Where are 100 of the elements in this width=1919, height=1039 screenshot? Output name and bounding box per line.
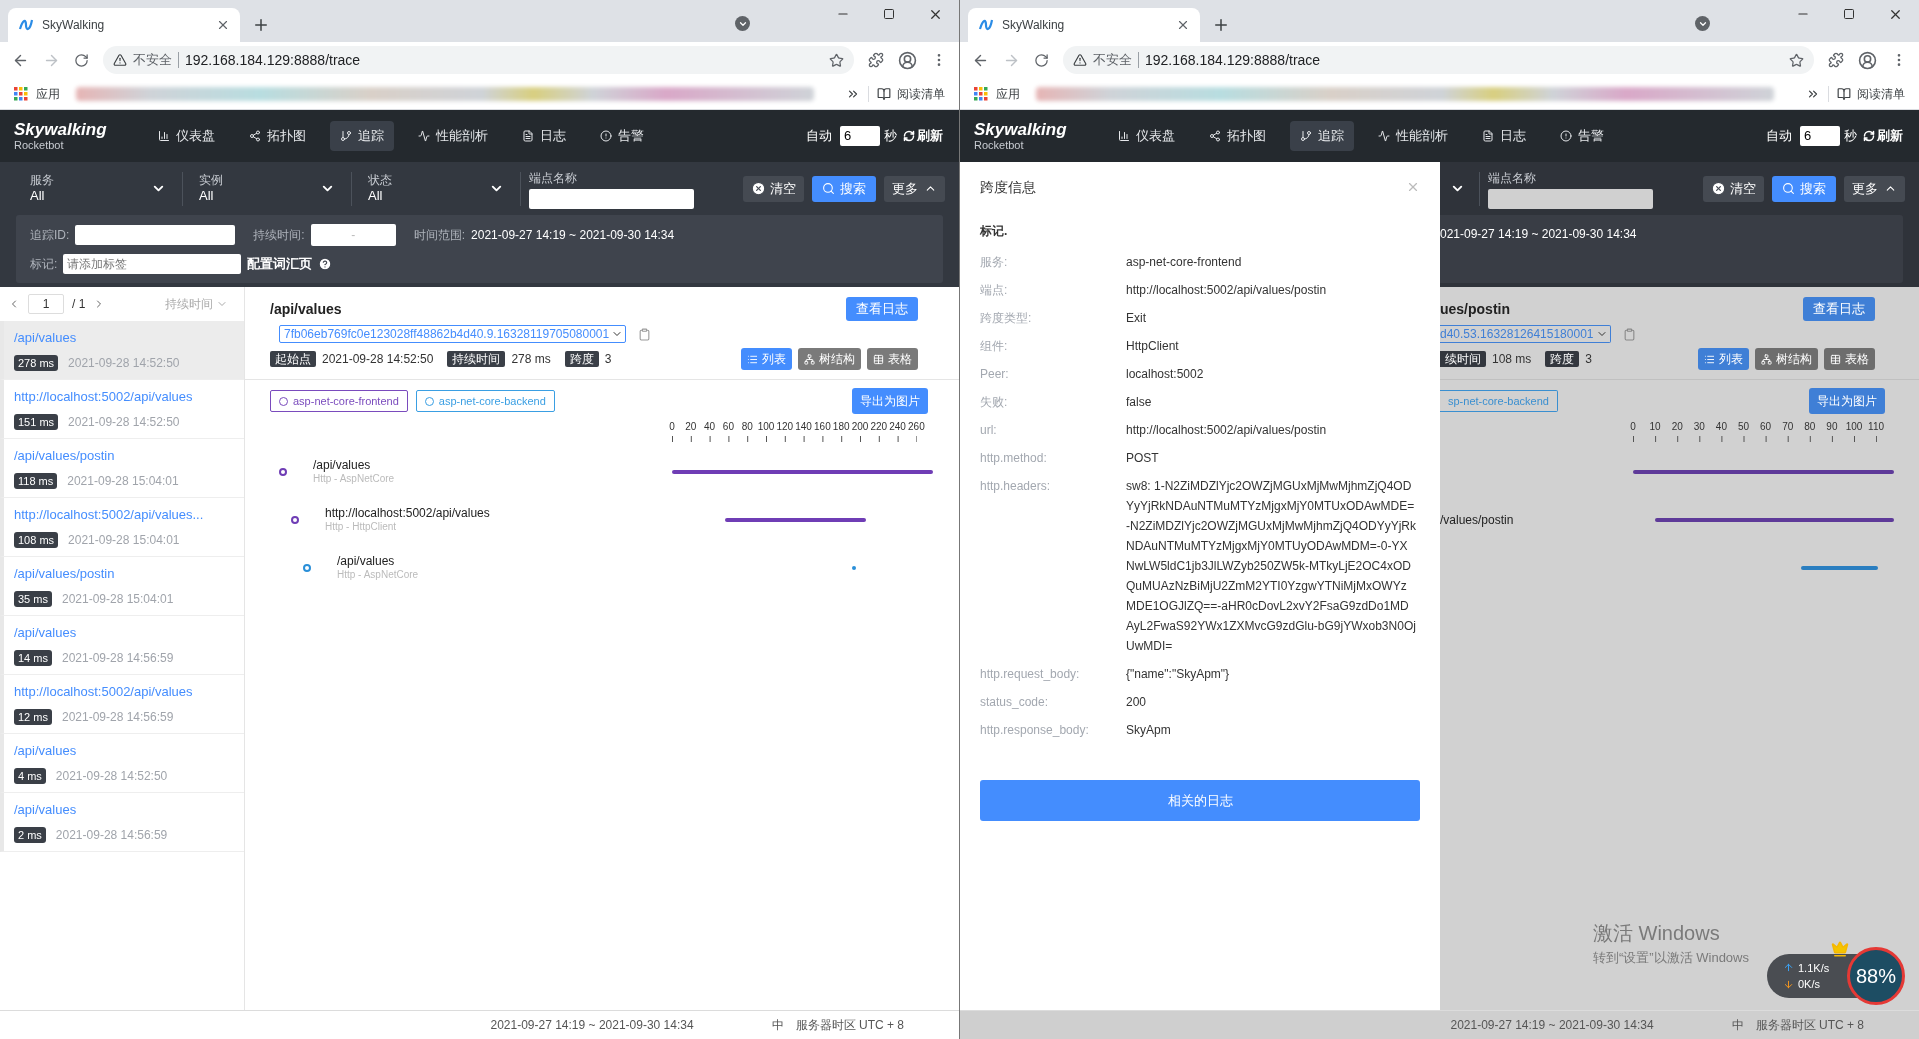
span-component: Http - HttpClient [325,521,398,534]
view-toggle[interactable]: 列表 [1698,348,1749,370]
axis-tick-label: 80 [741,422,753,432]
more-button[interactable]: 更多 [884,175,945,202]
bookmark-link[interactable]: 应用 [996,84,1020,103]
maximize-icon[interactable] [883,8,895,20]
trace-id-field[interactable] [75,225,236,245]
profile-icon[interactable] [898,50,917,70]
field-key: url: [980,420,1126,440]
nav-tab[interactable]: 性能剖析 [408,121,498,151]
help-icon[interactable] [318,257,333,271]
trace-list-item[interactable]: /api/values/postin 118 ms 2021-09-28 15:04:01 [0,439,244,498]
trace-list-item[interactable]: http://localhost:5002/api/values... 108 ms 2021-09-28 15:04:01 [0,498,244,557]
unit-label: 秒 [1844,127,1857,146]
pulse-icon [1378,130,1390,142]
reload-icon[interactable] [1034,52,1049,68]
filter-select[interactable]: 服务 All [14,171,183,206]
field-key: Peer: [980,364,1126,384]
new-tab-icon[interactable] [252,16,270,34]
maximize-icon[interactable] [1843,8,1855,20]
interval-field[interactable]: 6 [840,126,880,146]
endpoint-field[interactable] [529,188,694,209]
time-range-text: 2021-09-27 14:19 ~ 2021-09-30 14:34 [490,1017,694,1034]
view-toggle[interactable]: 表格 [1824,348,1875,370]
axis-tick-label: 20 [685,422,697,432]
span-name[interactable]: /api/values [313,458,395,474]
apps-grid-icon[interactable] [974,86,988,101]
nav-tab[interactable]: 告警 [590,121,654,151]
profile-icon[interactable] [1858,50,1877,70]
trace-list-item[interactable]: /api/values 14 ms 2021-09-28 14:56:59 [0,616,244,675]
bookmark-star-icon[interactable] [829,52,844,68]
nav-tab[interactable]: 拓扑图 [239,121,316,151]
address-bar[interactable]: 不安全 192.168.184.129:8888/trace [103,46,854,74]
extensions-icon[interactable] [1828,52,1844,68]
axis-tick-label: 160 [814,422,831,432]
nav-tab[interactable]: 性能剖析 [1368,121,1458,151]
trace-list-item[interactable]: http://localhost:5002/api/values 151 ms 2021-09-28 14:52:50 [0,380,244,439]
apps-grid-icon[interactable] [14,86,28,101]
filter-select[interactable]: 实例 All [183,171,352,206]
clear-button[interactable]: 清空 [1703,175,1764,202]
warning-icon [1073,53,1087,67]
more-button[interactable]: 更多 [1844,175,1905,202]
nav-tab[interactable]: 日志 [512,121,576,151]
trace-endpoint: /api/values [14,742,78,761]
new-tab-icon[interactable] [1212,16,1230,34]
tab-search-icon[interactable] [1695,16,1710,31]
view-toggle[interactable]: 树结构 [1755,348,1818,370]
refresh-button[interactable]: 刷新 [903,126,943,146]
clear-icon [751,181,766,196]
nav-tab[interactable]: 追踪 [330,121,394,151]
vocabulary-link[interactable]: 配置词汇页 [247,254,313,274]
bookmark-link[interactable]: 应用 [36,84,60,103]
reading-list-button[interactable]: 阅读清单 [877,84,945,103]
address-bar[interactable]: 不安全 192.168.184.129:8888/trace [1063,46,1814,74]
span-name[interactable]: /values/postin [1440,511,1514,529]
duration-badge: 151 ms [14,413,59,430]
bookmark-star-icon[interactable] [1789,52,1804,68]
extensions-icon[interactable] [868,52,884,68]
clipboard-icon[interactable] [1622,327,1636,341]
refresh-button[interactable]: 刷新 [1863,126,1903,146]
span-component: Http - AspNetCore [337,569,419,582]
browser-tab[interactable]: SkyWalking [968,8,1200,42]
field-value: localhost:5002 [1126,366,1205,383]
filter-select[interactable]: 状态 All [352,171,521,206]
field-key: http.response_body: [980,720,1126,740]
reload-icon[interactable] [74,52,89,68]
interval-field[interactable]: 6 [1800,126,1840,146]
tag-field[interactable]: 请添加标签 [63,254,242,274]
nav-tab[interactable]: 仪表盘 [148,121,225,151]
span-name[interactable]: http://localhost:5002/api/values [325,506,490,522]
clear-button[interactable]: 清空 [743,175,804,202]
axis-tick-label: 0 [669,422,675,432]
reading-list-button[interactable]: 阅读清单 [1837,84,1905,103]
close-icon[interactable] [216,18,230,32]
endpoint-field[interactable] [1488,188,1653,209]
view-logs-button[interactable]: 查看日志 [1803,297,1875,321]
trace-list-item[interactable]: http://localhost:5002/api/values 12 ms 2021-09-28 14:56:59 [0,675,244,734]
trace-endpoint: http://localhost:5002/api/values [14,388,194,407]
field-value: SkyApm [1126,722,1172,739]
info-tag: 起始点 [270,351,316,367]
nav-tab[interactable]: 日志 [1472,121,1536,151]
service-legend[interactable]: asp-net-core-frontend [270,390,408,412]
trace-list-item[interactable]: /api/values/postin 35 ms 2021-09-28 15:04:01 [0,557,244,616]
trace-time: 2021-09-28 15:04:01 [68,531,180,549]
export-image-button[interactable]: 导出为图片 [1809,388,1885,414]
span-name[interactable]: /api/values [337,554,419,570]
close-icon[interactable] [1176,18,1190,32]
clipboard-icon[interactable] [638,327,652,341]
browser-tab[interactable]: SkyWalking [8,8,240,42]
tab-search-icon[interactable] [735,16,750,31]
nav-tab[interactable]: 拓扑图 [1199,121,1276,151]
view-toggle[interactable]: 表格 [867,348,918,370]
trace-list-item[interactable]: /api/values 4 ms 2021-09-28 14:52:50 [0,734,244,793]
trace-list-item[interactable]: /api/values 278 ms 2021-09-28 14:52:50 [0,321,244,380]
trace-list-item[interactable]: /api/values 2 ms 2021-09-28 14:56:59 [0,793,244,852]
page-field[interactable]: 1 [28,294,64,314]
nav-tab[interactable]: 仪表盘 [1108,121,1185,151]
view-toggle[interactable]: 树结构 [798,348,861,370]
nav-tab[interactable]: 追踪 [1290,121,1354,151]
nav-tab[interactable]: 告警 [1550,121,1614,151]
